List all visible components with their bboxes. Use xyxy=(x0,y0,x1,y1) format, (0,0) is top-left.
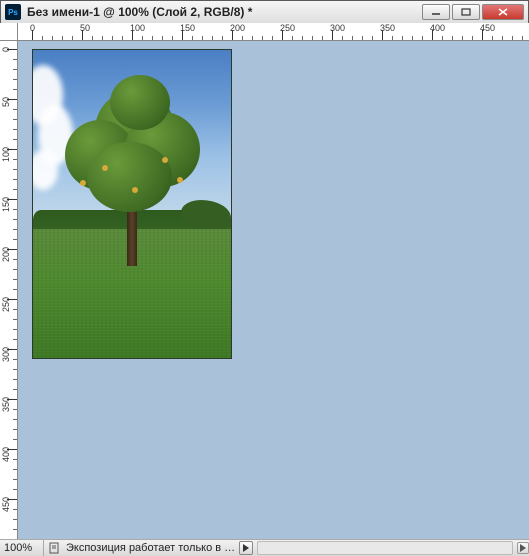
close-icon xyxy=(497,7,509,17)
ruler-h-label: 300 xyxy=(330,23,345,33)
cloud-shape xyxy=(32,150,58,190)
minimize-icon xyxy=(431,8,441,16)
ruler-v-label: 100 xyxy=(1,147,11,162)
ruler-v-label: 450 xyxy=(1,497,11,512)
ruler-v-label: 250 xyxy=(1,297,11,312)
window-title: Без имени-1 @ 100% (Слой 2, RGB/8) * xyxy=(25,5,422,19)
titlebar[interactable]: Ps Без имени-1 @ 100% (Слой 2, RGB/8) * xyxy=(1,1,528,24)
horizontal-ruler[interactable]: 0 50 100 150 200 250 300 350 400 450 xyxy=(18,23,529,41)
horizontal-scrollbar[interactable] xyxy=(257,541,513,555)
ruler-v-label: 200 xyxy=(1,247,11,262)
ruler-h-label: 250 xyxy=(280,23,295,33)
chevron-right-icon xyxy=(243,544,249,552)
ruler-v-label: 400 xyxy=(1,447,11,462)
status-bar: 100% Экспозиция работает только в … xyxy=(0,539,529,556)
canvas-area[interactable] xyxy=(18,41,529,539)
ruler-h-label: 150 xyxy=(180,23,195,33)
ruler-v-label: 300 xyxy=(1,347,11,362)
ruler-origin-corner[interactable] xyxy=(0,23,18,41)
zoom-level-field[interactable]: 100% xyxy=(0,540,44,556)
ruler-h-label: 50 xyxy=(80,23,90,33)
tree-canopy xyxy=(57,75,207,225)
status-message: Экспозиция работает только в … xyxy=(64,542,235,554)
document-info-icon[interactable] xyxy=(47,541,61,555)
placed-layer-image[interactable] xyxy=(32,49,232,359)
scroll-right-button[interactable] xyxy=(517,542,529,554)
ruler-v-label: 350 xyxy=(1,397,11,412)
ruler-h-label: 0 xyxy=(30,23,35,33)
close-button[interactable] xyxy=(482,4,524,20)
photoshop-app-icon: Ps xyxy=(5,4,21,20)
maximize-button[interactable] xyxy=(452,4,480,20)
chevron-right-icon xyxy=(520,544,526,552)
status-flyout-button[interactable] xyxy=(239,541,253,555)
vertical-ruler[interactable]: 0 50 100 150 200 250 300 350 400 450 xyxy=(0,41,18,539)
ruler-h-label: 100 xyxy=(130,23,145,33)
window-controls xyxy=(422,4,528,20)
ruler-h-label: 450 xyxy=(480,23,495,33)
maximize-icon xyxy=(461,8,471,16)
ruler-v-label: 0 xyxy=(1,47,11,52)
ruler-v-label: 50 xyxy=(1,97,11,107)
ruler-h-label: 200 xyxy=(230,23,245,33)
ruler-h-label: 400 xyxy=(430,23,445,33)
minimize-button[interactable] xyxy=(422,4,450,20)
ruler-v-label: 150 xyxy=(1,197,11,212)
document-window: Ps Без имени-1 @ 100% (Слой 2, RGB/8) * … xyxy=(0,0,529,556)
ruler-h-label: 350 xyxy=(380,23,395,33)
